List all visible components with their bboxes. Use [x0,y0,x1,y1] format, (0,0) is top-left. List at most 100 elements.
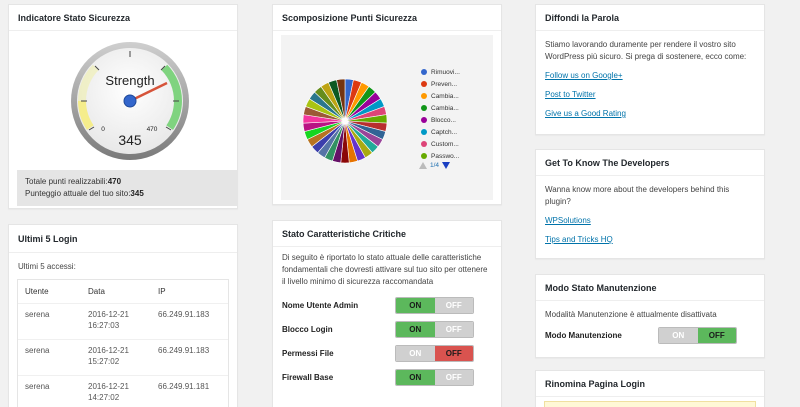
login-date: 2016-12-21 [88,382,129,391]
widget-title: Get To Know The Developers [536,150,764,176]
feature-label: Permessi File [282,348,334,358]
legend-dot [421,93,427,99]
legend-pager: 1/4 [419,162,451,169]
login-ip: 66.249.91.181 [158,382,210,391]
table-row: serena 2016-12-21 16:27:03 66.249.91.183 [18,304,228,340]
current-points-label: Punteggio attuale del tuo sito: [25,189,131,198]
current-points-value: 345 [130,189,144,198]
feature-label: Firewall Base [282,372,334,382]
toggle-off[interactable]: OFF [697,327,736,343]
legend-item[interactable]: Custom... [421,138,460,150]
developers-text: Wanna know more about the developers beh… [545,185,730,206]
pie-legend: Rimuovi... Preven... Cambia... Cambia...… [421,66,460,162]
login-date: 2016-12-21 [88,346,129,355]
legend-dot [421,129,427,135]
table-row: serena 2016-12-21 15:27:02 66.249.91.183 [18,340,228,376]
widget-title: Scomposizione Punti Sicurezza [273,5,501,31]
feature-row-file-permissions: Permessi File ON OFF [282,341,492,365]
feature-label: Nome Utente Admin [282,300,359,310]
svg-text:345: 345 [118,132,142,148]
features-description: Di seguito è riportato lo stato attuale … [282,253,488,286]
legend-dot [421,69,427,75]
total-points-label: Totale punti realizzabili: [25,177,108,186]
pager-next-icon[interactable] [442,162,451,169]
legend-item[interactable]: Rimuovi... [421,66,460,78]
feature-toggle[interactable]: ON OFF [395,296,474,314]
logins-subtitle: Ultimi 5 accessi: [18,262,76,271]
login-user: serena [25,382,50,391]
legend-item[interactable]: Blocco... [421,114,460,126]
widget-title: Indicatore Stato Sicurezza [9,5,237,31]
strength-gauge: Strength 0 470 345 [67,41,193,161]
toggle-on[interactable]: ON [396,345,435,361]
widget-title: Modo Stato Manutenzione [536,275,764,301]
toggle-on[interactable]: ON [396,321,435,337]
toggle-on[interactable]: ON [396,369,435,385]
total-points-value: 470 [107,177,122,186]
toggle-off[interactable]: OFF [434,321,473,337]
widget-title: Stato Caratteristiche Critiche [273,221,501,247]
table-header: Utente Data IP [18,280,228,304]
feature-toggle[interactable]: ON OFF [395,344,474,362]
maintenance-status-text: Modalità Manutenzione è attualmente disa… [545,310,717,319]
last-logins-widget: Ultimi 5 Login Ultimi 5 accessi: Utente … [8,224,238,407]
col-ip: IP [158,287,166,296]
points-breakdown-widget: Scomposizione Punti Sicurezza Rimuovi...… [272,4,502,205]
login-time: 16:27:03 [88,321,120,330]
toggle-on[interactable]: ON [396,297,435,313]
maintenance-row: Modo Manutenzione ON OFF [545,323,755,347]
login-ip: 66.249.91.183 [158,346,210,355]
col-date: Data [88,287,105,296]
pie-chart-area: Rimuovi... Preven... Cambia... Cambia...… [281,35,493,200]
svg-text:470: 470 [147,126,158,133]
critical-features-widget: Stato Caratteristiche Critiche Di seguit… [272,220,502,407]
spread-word-text: Stiamo lavorando duramente per rendere i… [545,40,747,61]
legend-item[interactable]: Cambia... [421,102,460,114]
svg-text:0: 0 [101,126,105,133]
legend-dot [421,105,427,111]
legend-dot [421,141,427,147]
toggle-off[interactable]: OFF [434,345,473,361]
toggle-off[interactable]: OFF [434,297,473,313]
tips-tricks-link[interactable]: Tips and Tricks HQ [545,235,755,244]
rating-link[interactable]: Give us a Good Rating [545,109,755,118]
rename-login-widget: Rinomina Pagina Login [535,370,765,407]
rename-login-banner [544,401,756,407]
feature-toggle[interactable]: ON OFF [395,320,474,338]
feature-toggle[interactable]: ON OFF [395,368,474,386]
feature-row-basic-firewall: Firewall Base ON OFF [282,365,492,389]
widget-title: Ultimi 5 Login [9,225,237,253]
maintenance-toggle[interactable]: ON OFF [658,326,737,344]
maintenance-widget: Modo Stato Manutenzione Modalità Manuten… [535,274,765,358]
login-time: 15:27:02 [88,357,120,366]
twitter-link[interactable]: Post to Twitter [545,90,755,99]
developers-widget: Get To Know The Developers Wanna know mo… [535,149,765,259]
legend-item[interactable]: Passwo... [421,150,460,162]
toggle-off[interactable]: OFF [434,369,473,385]
pager-label: 1/4 [430,162,440,169]
logins-table: Utente Data IP serena 2016-12-21 16:27:03… [17,279,229,407]
legend-item[interactable]: Preven... [421,78,460,90]
login-ip: 66.249.91.183 [158,310,210,319]
wpsolutions-link[interactable]: WPSolutions [545,216,755,225]
login-date: 2016-12-21 [88,310,129,319]
toggle-on[interactable]: ON [659,327,698,343]
login-time: 14:27:02 [88,393,120,402]
feature-label: Blocco Login [282,324,333,334]
widget-title: Diffondi la Parola [536,5,764,31]
feature-row-admin-username: Nome Utente Admin ON OFF [282,293,492,317]
pager-prev-icon[interactable] [419,162,427,169]
points-summary: Totale punti realizzabili:470 Punteggio … [17,170,237,206]
login-user: serena [25,346,50,355]
legend-item[interactable]: Captch... [421,126,460,138]
feature-row-login-lockdown: Blocco Login ON OFF [282,317,492,341]
widget-title: Rinomina Pagina Login [536,371,764,397]
spread-word-widget: Diffondi la Parola Stiamo lavorando dura… [535,4,765,135]
legend-dot [421,81,427,87]
login-user: serena [25,310,50,319]
legend-dot [421,117,427,123]
legend-item[interactable]: Cambia... [421,90,460,102]
svg-text:Strength: Strength [105,73,154,88]
google-plus-link[interactable]: Follow us on Google+ [545,71,755,80]
pie-chart [302,78,388,164]
